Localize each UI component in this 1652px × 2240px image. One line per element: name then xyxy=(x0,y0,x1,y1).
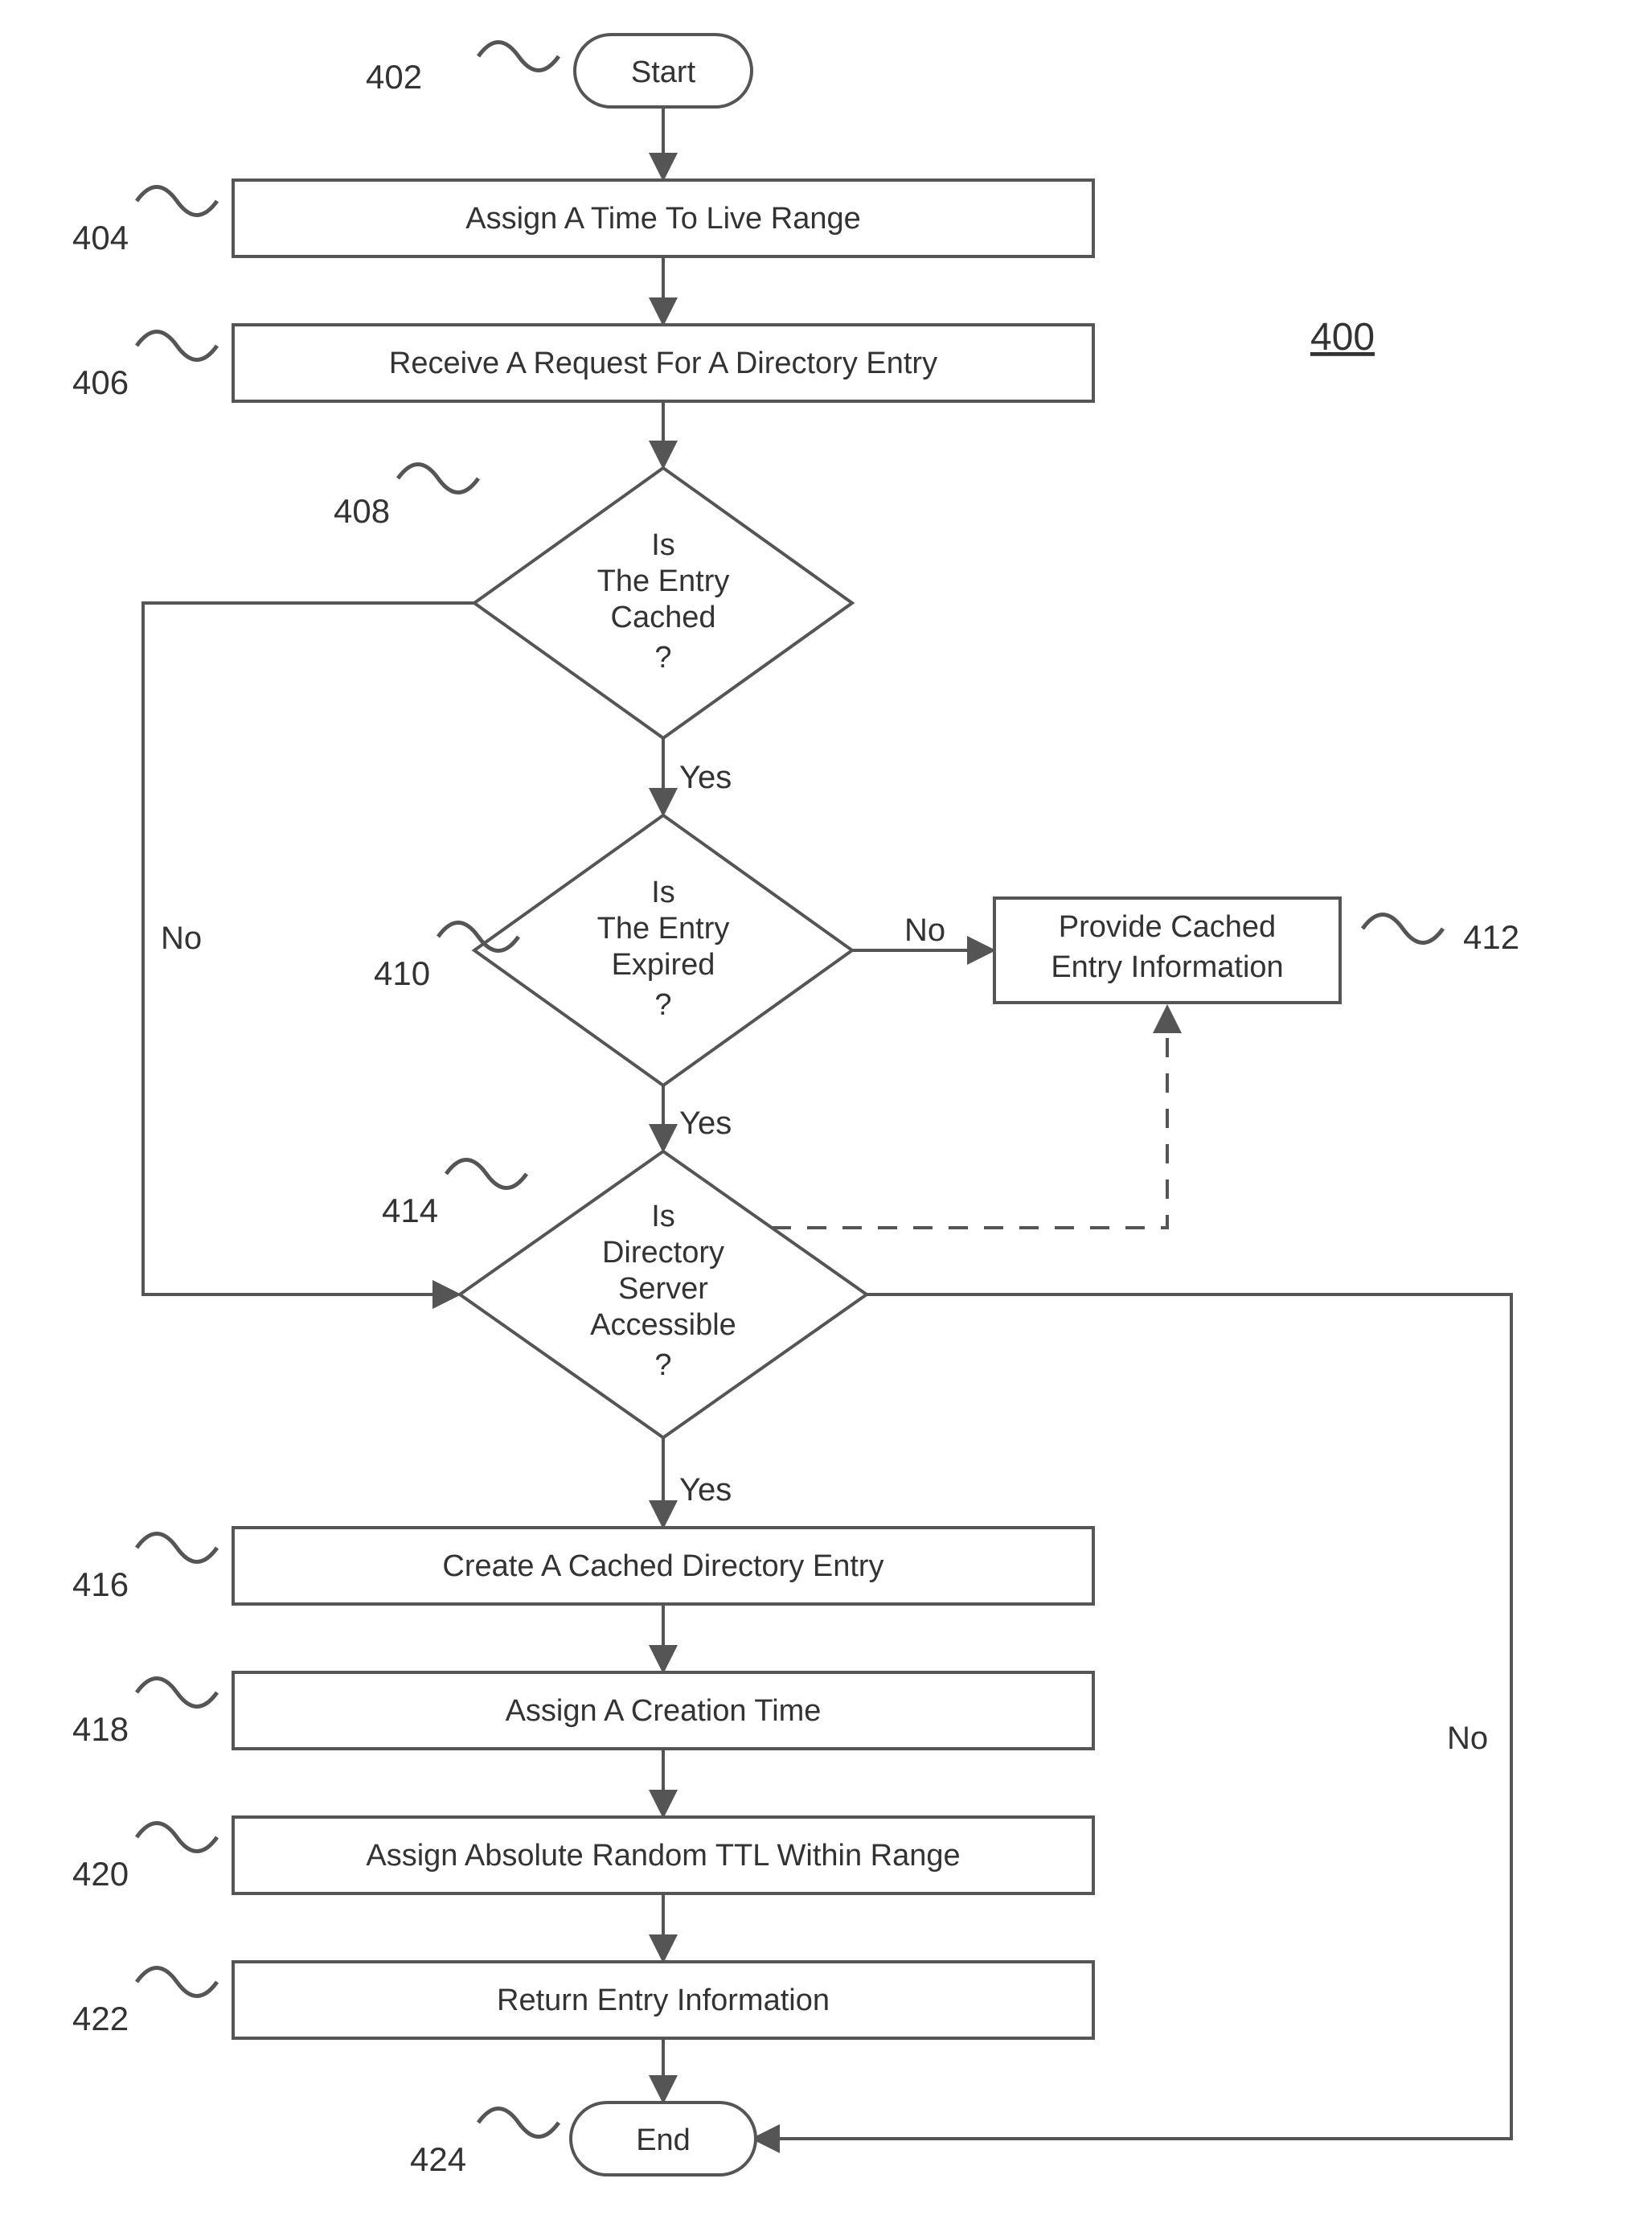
end-label: End xyxy=(636,2123,691,2157)
label-410-l1: Is xyxy=(651,876,675,909)
label-414-l1: Is xyxy=(651,1200,675,1233)
label-accessible-yes: Yes xyxy=(679,1472,732,1508)
label-cached-no: No xyxy=(161,921,202,956)
ref-squiggle-406 xyxy=(137,332,217,360)
ref-squiggle xyxy=(478,43,559,71)
ref-416: 416 xyxy=(72,1565,129,1603)
label-418: Assign A Creation Time xyxy=(506,1694,822,1728)
ref-squiggle-416 xyxy=(137,1534,217,1562)
label-406: Receive A Request For A Directory Entry xyxy=(389,347,937,380)
start-label: Start xyxy=(631,55,696,89)
ref-408: 408 xyxy=(334,492,390,530)
ref-414: 414 xyxy=(382,1192,438,1229)
ref-squiggle-424 xyxy=(478,2109,559,2137)
label-410-l2: The Entry xyxy=(597,912,730,946)
label-414-l4: Accessible xyxy=(590,1308,736,1342)
edge-414-412-dashed xyxy=(772,1009,1167,1228)
label-408-l1: Is xyxy=(651,528,675,562)
label-cached-yes: Yes xyxy=(679,760,732,795)
figure-number: 400 xyxy=(1310,316,1375,359)
ref-404: 404 xyxy=(72,219,129,256)
flowchart: 400 Start 402 Assign A Time To Live Rang… xyxy=(0,0,1652,2240)
ref-squiggle-408 xyxy=(398,465,478,493)
ref-406: 406 xyxy=(72,363,129,401)
ref-squiggle-414 xyxy=(446,1160,527,1188)
label-414-l3: Server xyxy=(618,1272,708,1306)
label-420: Assign Absolute Random TTL Within Range xyxy=(366,1839,960,1873)
ref-squiggle-412 xyxy=(1363,915,1443,943)
ref-squiggle-404 xyxy=(137,187,217,215)
label-412-l2: Entry Information xyxy=(1051,950,1283,984)
ref-410: 410 xyxy=(374,954,430,992)
ref-420: 420 xyxy=(72,1855,129,1893)
label-408-l3: Cached xyxy=(611,601,716,634)
label-404: Assign A Time To Live Range xyxy=(465,202,860,236)
ref-422: 422 xyxy=(72,2000,129,2037)
ref-402: 402 xyxy=(366,58,422,96)
label-414-l5: ? xyxy=(654,1348,671,1382)
label-412-l1: Provide Cached xyxy=(1059,910,1276,944)
label-expired-yes: Yes xyxy=(679,1106,732,1141)
label-accessible-no: No xyxy=(1447,1721,1488,1756)
label-410-l4: ? xyxy=(654,988,671,1022)
label-expired-no: No xyxy=(904,913,945,948)
ref-squiggle-418 xyxy=(137,1679,217,1707)
ref-412: 412 xyxy=(1463,918,1519,956)
ref-squiggle-420 xyxy=(137,1824,217,1852)
label-408-l2: The Entry xyxy=(597,564,730,598)
label-408-l4: ? xyxy=(654,641,671,675)
ref-418: 418 xyxy=(72,1710,129,1748)
label-410-l3: Expired xyxy=(612,948,715,982)
label-422: Return Entry Information xyxy=(497,1984,830,2017)
ref-424: 424 xyxy=(410,2140,466,2178)
label-416: Create A Cached Directory Entry xyxy=(442,1549,883,1583)
ref-squiggle-422 xyxy=(137,1968,217,1996)
label-414-l2: Directory xyxy=(602,1236,724,1270)
